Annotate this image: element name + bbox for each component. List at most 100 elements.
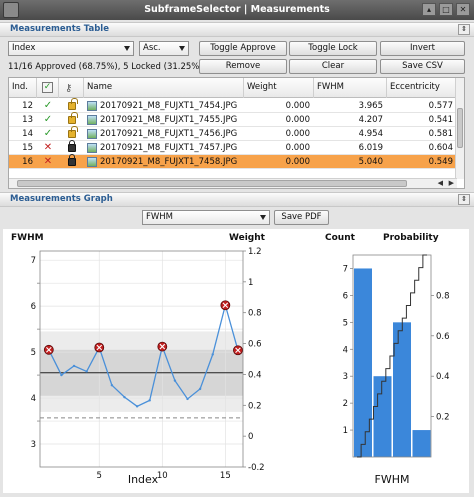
- rejected-point-marker: [233, 345, 243, 356]
- col-name[interactable]: Name: [84, 78, 244, 98]
- chevron-down-icon: [179, 46, 185, 51]
- approved-icon[interactable]: ✓: [37, 99, 59, 113]
- table-row[interactable]: 14 ✓ 20170921_M8_FUJXT1_7456.JPG 0.000 4.954…: [9, 126, 457, 141]
- graph-property-select[interactable]: FWHM: [142, 210, 270, 225]
- col-fwhm[interactable]: FWHM: [314, 78, 387, 98]
- sort-field-select[interactable]: Index: [8, 41, 134, 56]
- remove-button[interactable]: Remove: [199, 59, 287, 74]
- data-point: [173, 379, 177, 382]
- data-point: [85, 370, 88, 373]
- data-point: [148, 399, 151, 402]
- y-tick-label: 4: [343, 345, 348, 355]
- window-title: SubframeSelector | Measurements: [144, 4, 330, 15]
- histogram-x-title: FWHM: [375, 473, 410, 486]
- data-point: [211, 353, 214, 356]
- col-approved[interactable]: ✓: [37, 78, 59, 98]
- histogram-bar: [393, 322, 411, 457]
- save-csv-button[interactable]: Save CSV: [380, 59, 465, 74]
- app-icon[interactable]: [3, 2, 19, 18]
- y-tick-label: 7: [343, 264, 348, 274]
- graph-property-value: FWHM: [146, 212, 174, 222]
- horizontal-scrollbar[interactable]: ◀ ▶: [9, 178, 457, 188]
- approved-icon[interactable]: ✓: [37, 127, 59, 141]
- y2-axis-title: Weight: [229, 233, 266, 243]
- toggle-approve-button[interactable]: Toggle Approve: [199, 41, 287, 56]
- table-row[interactable]: 12 ✓ 20170921_M8_FUJXT1_7454.JPG 0.000 3.965…: [9, 98, 457, 113]
- invert-button[interactable]: Invert: [380, 41, 465, 56]
- lock-closed-icon[interactable]: [68, 154, 76, 166]
- histogram-bar: [412, 430, 431, 457]
- lock-closed-icon[interactable]: [68, 140, 76, 152]
- y2-tick-label: -0.2: [248, 463, 265, 473]
- y-tick-label: 2: [343, 399, 348, 409]
- scroll-left-icon[interactable]: ◀: [438, 179, 443, 188]
- sort-field-value: Index: [12, 43, 36, 53]
- lock-column-icon: ⚷: [65, 83, 73, 94]
- window-titlebar[interactable]: SubframeSelector | Measurements ▴ □ ✕: [0, 0, 474, 20]
- scroll-thumb[interactable]: [17, 180, 407, 187]
- probability-axis-title: Probability: [383, 233, 439, 243]
- y-tick-label: 5: [343, 318, 348, 328]
- y2-tick-label: 0.8: [436, 291, 450, 301]
- clear-button[interactable]: Clear: [289, 59, 377, 74]
- eccentricity-cell: 0.604: [428, 143, 453, 153]
- y-tick-label: 7: [31, 256, 36, 266]
- rejected-icon[interactable]: ✕: [37, 155, 59, 169]
- table-row[interactable]: 15 ✕ 20170921_M8_FUJXT1_7457.JPG 0.000 6.019…: [9, 140, 457, 155]
- measurements-graph-header[interactable]: Measurements Graph ⇕: [0, 192, 474, 207]
- close-icon[interactable]: ✕: [456, 3, 470, 16]
- approved-icon[interactable]: ✓: [37, 113, 59, 127]
- table-row[interactable]: 16 ✕ 20170921_M8_FUJXT1_7458.JPG 0.000 5.040…: [9, 154, 457, 169]
- col-eccentricity[interactable]: Eccentricity: [387, 78, 457, 98]
- y-tick-label: 6: [343, 291, 348, 301]
- y2-tick-label: 1: [248, 278, 253, 288]
- y-tick-label: 5: [31, 348, 36, 358]
- table-header: Ind. ✓ ⚷ Name Weight FWHM Eccentricity: [9, 78, 457, 98]
- lock-open-icon[interactable]: [68, 98, 78, 110]
- scroll-thumb[interactable]: [457, 108, 463, 148]
- data-point: [186, 397, 189, 401]
- y2-tick-label: 0.4: [436, 372, 450, 382]
- approve-column-icon: ✓: [42, 82, 53, 93]
- save-pdf-button[interactable]: Save PDF: [274, 210, 329, 225]
- measurements-table[interactable]: Ind. ✓ ⚷ Name Weight FWHM Eccentricity 1…: [8, 77, 465, 189]
- y2-tick-label: 0.2: [248, 401, 262, 411]
- col-index[interactable]: Ind.: [9, 78, 37, 98]
- lock-open-icon[interactable]: [68, 126, 78, 138]
- image-file-icon: [87, 143, 97, 153]
- col-weight[interactable]: Weight: [244, 78, 314, 98]
- y-tick-label: 1: [343, 426, 348, 436]
- data-point: [123, 395, 126, 399]
- section-title: Measurements Table: [10, 24, 109, 34]
- fwhm-cell: 3.965: [358, 101, 383, 111]
- image-file-icon: [87, 101, 97, 111]
- y2-tick-label: 0.4: [248, 370, 262, 380]
- vertical-scrollbar[interactable]: [455, 78, 464, 179]
- image-file-icon: [87, 129, 97, 139]
- measurements-table-header[interactable]: Measurements Table ⇕: [0, 22, 474, 37]
- toggle-lock-button[interactable]: Toggle Lock: [289, 41, 377, 56]
- fwhm-cell: 5.040: [358, 157, 383, 167]
- x-tick-label: 5: [97, 471, 102, 481]
- table-row[interactable]: 13 ✓ 20170921_M8_FUJXT1_7455.JPG 0.000 4.207…: [9, 112, 457, 127]
- graphs-canvas[interactable]: 345675 10 15-0.200.20.40.60.811.2FWHM Weigh…: [3, 229, 469, 493]
- data-point: [198, 387, 202, 391]
- scroll-right-icon[interactable]: ▶: [449, 179, 454, 188]
- lock-open-icon[interactable]: [68, 112, 78, 124]
- image-file-icon: [87, 115, 97, 125]
- sort-order-select[interactable]: Asc.: [139, 41, 189, 56]
- file-name-cell: 20170921_M8_FUJXT1_7456.JPG: [100, 129, 238, 139]
- data-point: [72, 364, 76, 368]
- shade-icon[interactable]: ▴: [422, 3, 436, 16]
- file-name-cell: 20170921_M8_FUJXT1_7457.JPG: [100, 143, 238, 153]
- x-tick-label: 15: [220, 471, 231, 481]
- col-locked[interactable]: ⚷: [59, 78, 84, 98]
- rejected-point-marker: [157, 341, 168, 352]
- maximize-icon[interactable]: □: [439, 3, 453, 16]
- weight-cell: 0.000: [285, 129, 310, 139]
- rejected-icon[interactable]: ✕: [37, 141, 59, 155]
- y2-tick-label: 0.6: [248, 340, 262, 350]
- image-file-icon: [87, 157, 97, 167]
- collapse-icon[interactable]: ⇕: [458, 24, 470, 35]
- collapse-icon[interactable]: ⇕: [458, 194, 470, 205]
